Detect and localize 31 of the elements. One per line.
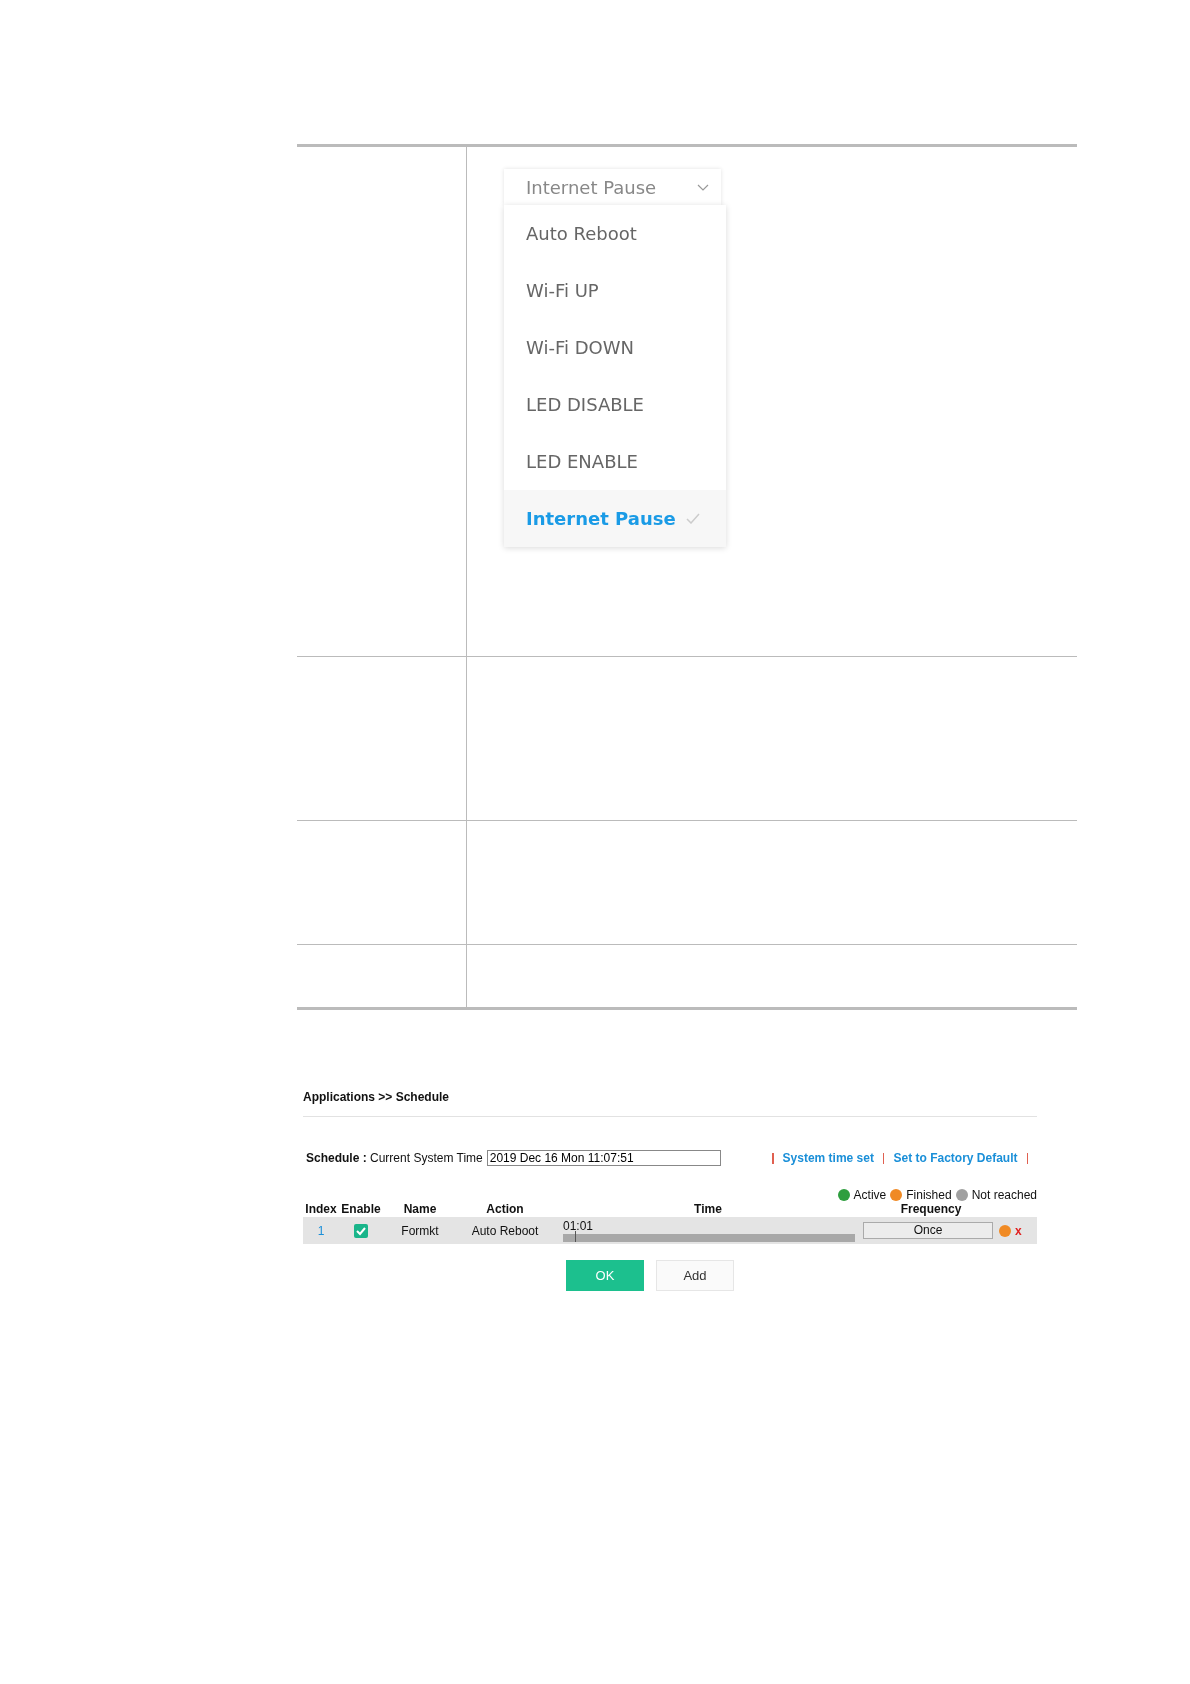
link[interactable]: Set to Factory Default — [893, 1151, 1018, 1165]
time-label: Current System Time — [370, 1151, 483, 1165]
legend-label: Not reached — [971, 1188, 1037, 1202]
link[interactable]: System time set — [782, 1151, 874, 1165]
column-header: Action — [486, 1202, 524, 1216]
column-header: Name — [403, 1202, 437, 1216]
menu-option[interactable]: LED DISABLE — [504, 376, 726, 433]
column-header: Frequency — [900, 1202, 962, 1216]
schedule-label: Schedule : — [306, 1151, 367, 1165]
menu-option[interactable]: LED ENABLE — [504, 433, 726, 490]
delete-button[interactable]: x — [1015, 1223, 1022, 1238]
enable-checkbox[interactable] — [354, 1223, 368, 1238]
index-link[interactable]: 1 — [317, 1223, 325, 1238]
time-label: 01:01 — [563, 1219, 594, 1233]
frequency-field: Once — [863, 1222, 993, 1239]
table-cell: Formkt — [401, 1223, 439, 1238]
menu-option[interactable]: Auto Reboot — [504, 205, 726, 262]
legend-label: Finished — [906, 1188, 952, 1202]
menu-option[interactable]: Wi-Fi DOWN — [504, 319, 726, 376]
table-cell: Auto Reboot — [471, 1223, 539, 1238]
legend-label: Active — [853, 1188, 887, 1202]
column-header: Time — [694, 1202, 722, 1216]
check-icon — [685, 513, 700, 524]
breadcrumb: Applications >> Schedule — [303, 1090, 450, 1104]
column-header: Index — [305, 1202, 337, 1216]
menu-option[interactable]: Wi-Fi UP — [504, 262, 726, 319]
action-dropdown[interactable]: Internet Pause — [504, 169, 721, 205]
add-button[interactable]: Add — [656, 1260, 734, 1291]
system-time-field[interactable]: 2019 Dec 16 Mon 11:07:51 — [486, 1150, 721, 1166]
chevron-down-icon — [697, 183, 709, 191]
column-header: Enable — [341, 1202, 381, 1216]
